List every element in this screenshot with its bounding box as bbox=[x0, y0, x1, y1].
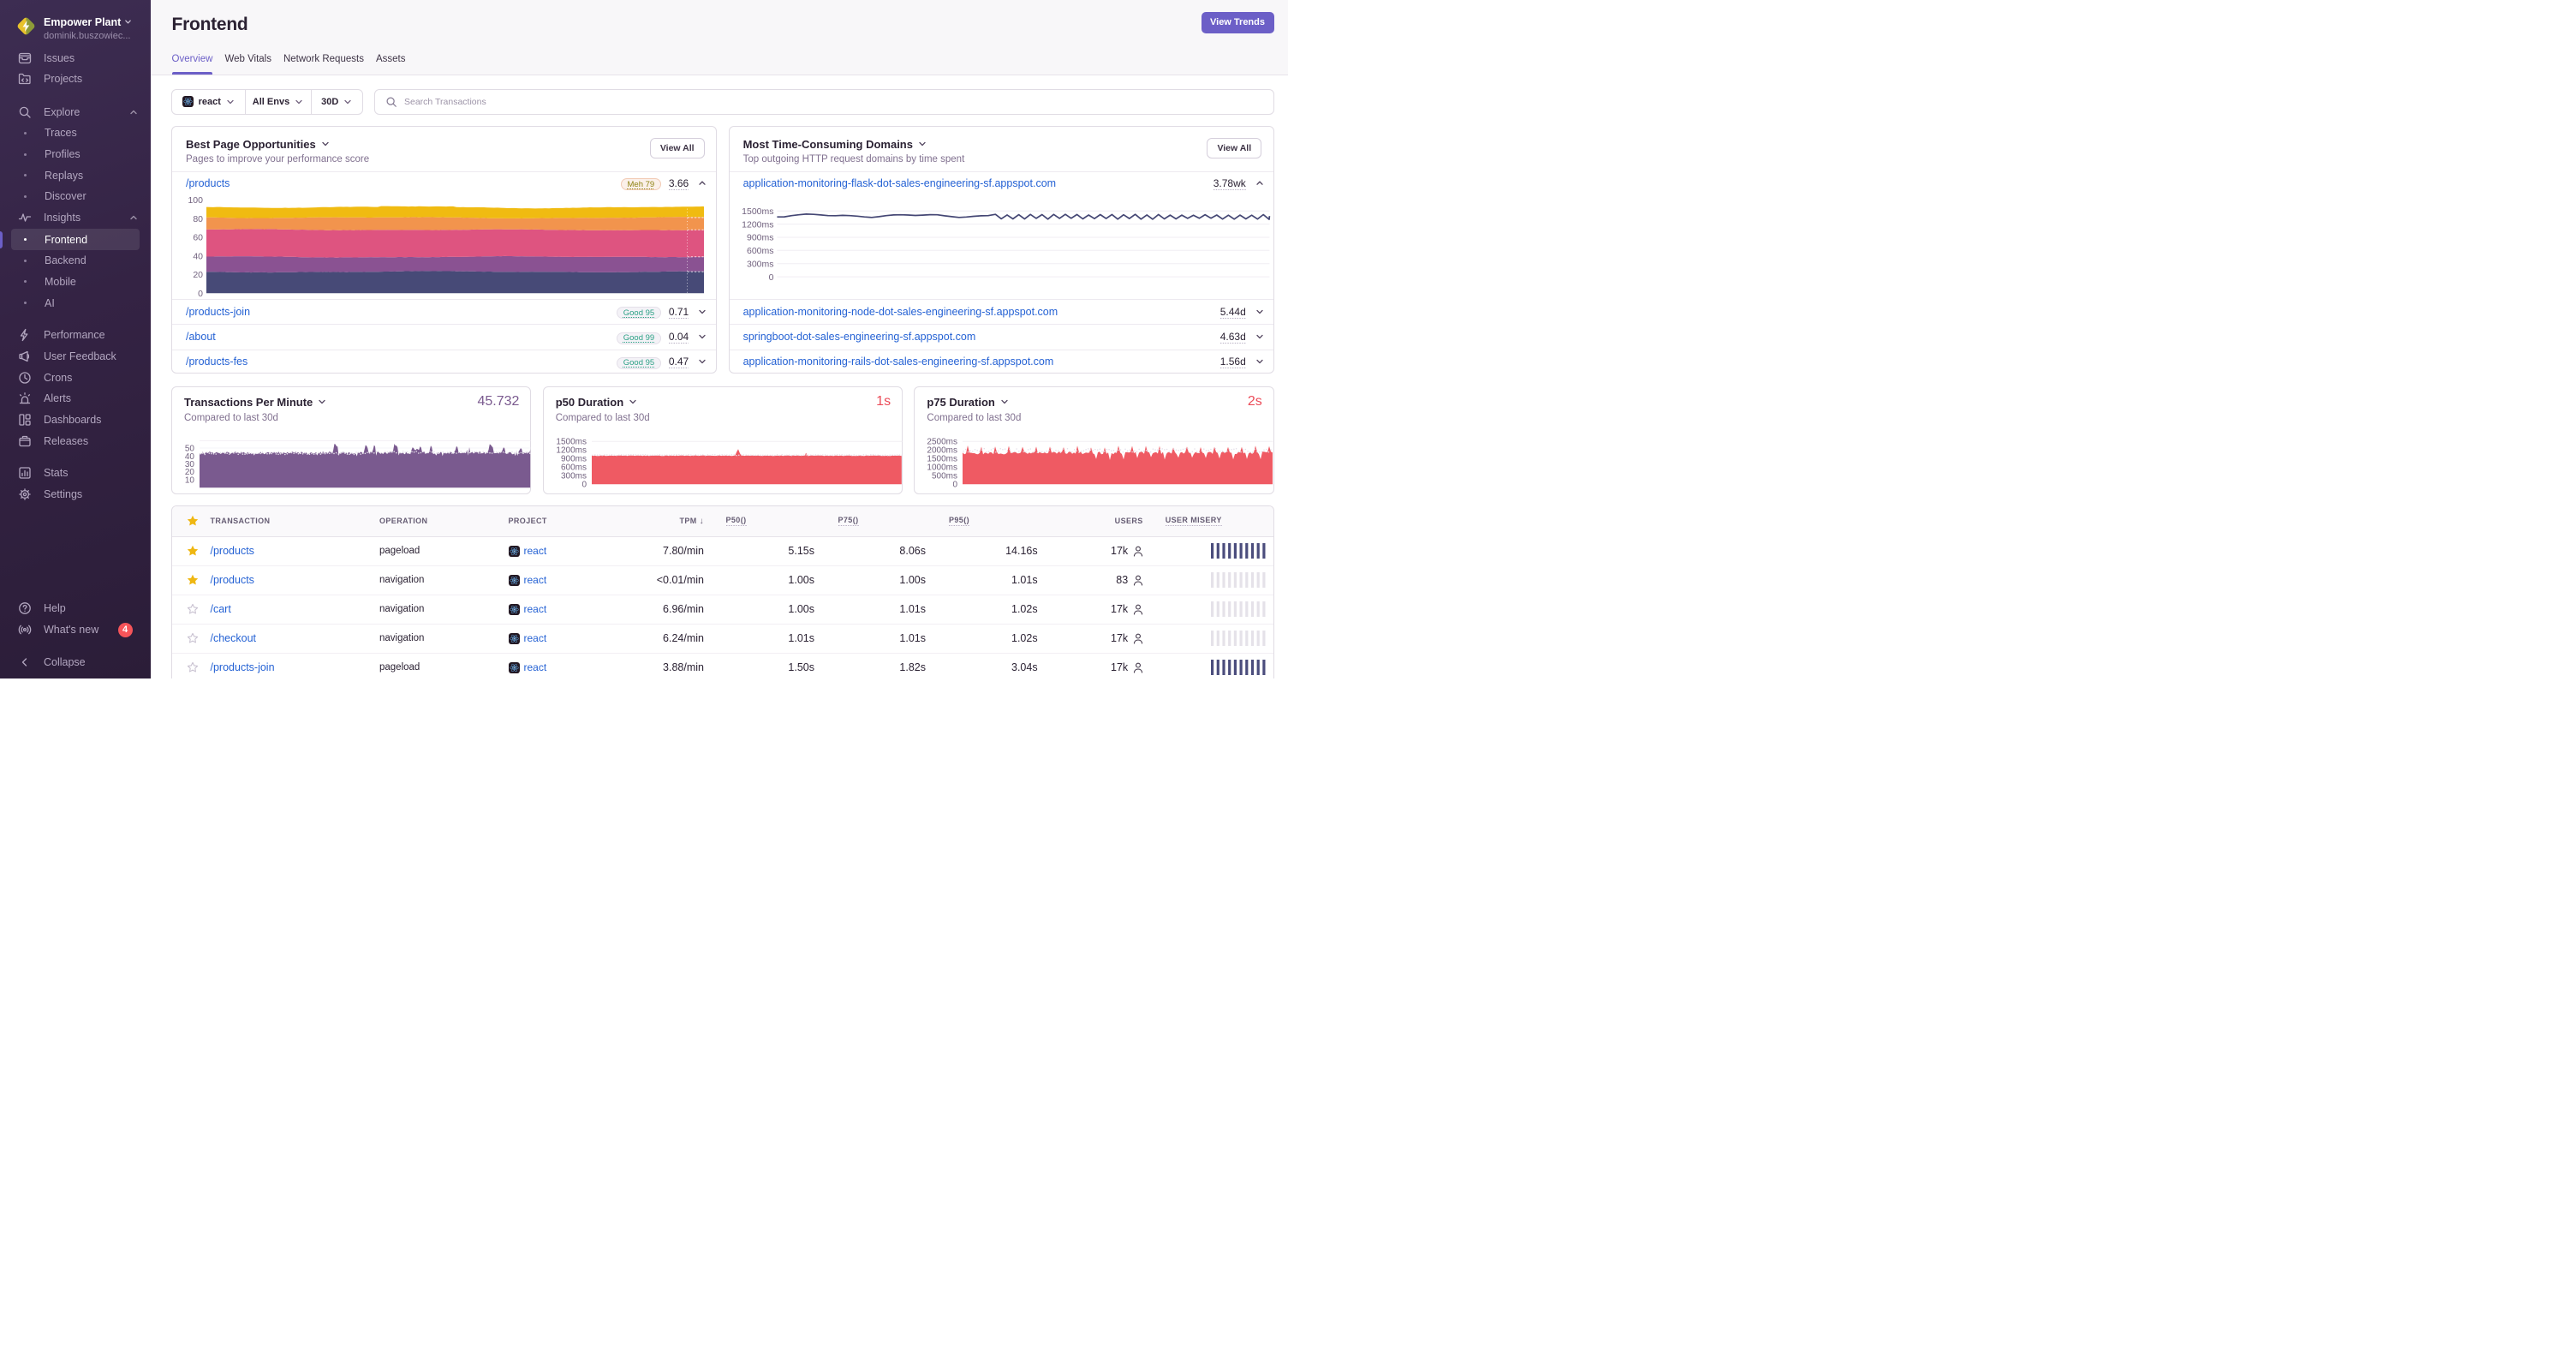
svg-text:600ms: 600ms bbox=[747, 246, 774, 256]
svg-text:100: 100 bbox=[188, 195, 203, 206]
svg-text:900ms: 900ms bbox=[747, 232, 774, 242]
svg-text:80: 80 bbox=[193, 213, 203, 224]
svg-text:60: 60 bbox=[193, 232, 203, 242]
svg-text:10: 10 bbox=[185, 475, 195, 485]
svg-text:0: 0 bbox=[581, 480, 587, 489]
svg-text:300ms: 300ms bbox=[747, 259, 774, 269]
svg-text:40: 40 bbox=[193, 251, 203, 261]
svg-text:0: 0 bbox=[768, 272, 773, 282]
svg-text:0: 0 bbox=[198, 289, 203, 299]
svg-text:20: 20 bbox=[193, 270, 203, 280]
svg-text:1500ms: 1500ms bbox=[742, 206, 773, 216]
svg-text:0: 0 bbox=[953, 480, 958, 489]
svg-text:1200ms: 1200ms bbox=[742, 219, 773, 230]
